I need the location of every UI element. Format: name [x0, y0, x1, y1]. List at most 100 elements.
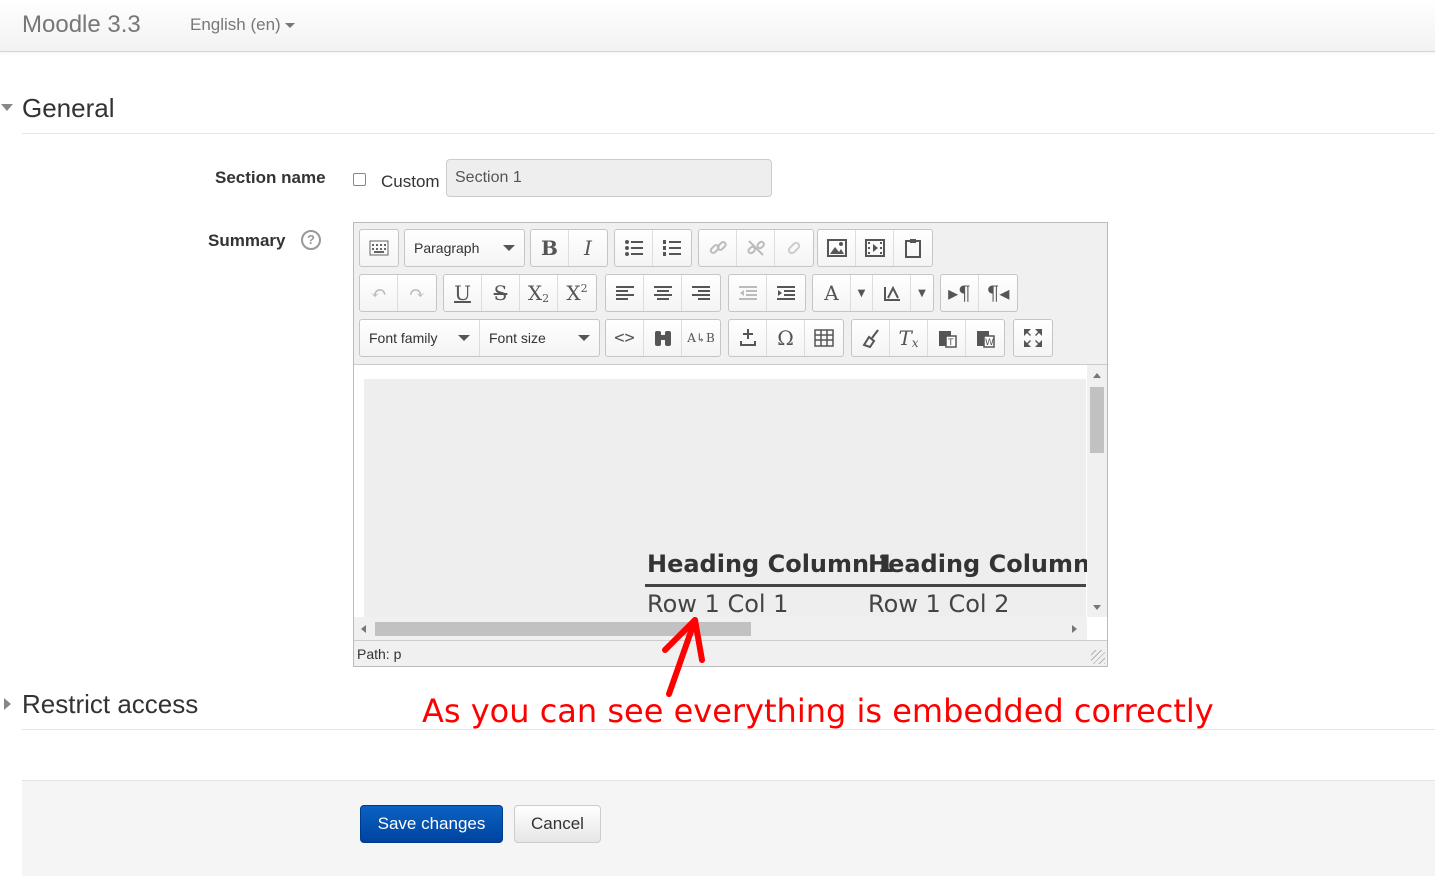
vertical-scrollbar[interactable]: [1087, 365, 1107, 617]
toolbar-group: Paragraph: [404, 229, 525, 267]
spellcheck-icon[interactable]: A↳B: [682, 320, 720, 356]
toolbar-group: [614, 229, 692, 267]
subscript-icon[interactable]: X2: [520, 275, 558, 311]
unlink-icon[interactable]: [737, 230, 775, 266]
cancel-button[interactable]: Cancel: [514, 805, 601, 843]
superscript-icon[interactable]: X2: [558, 275, 596, 311]
toolbar-group: <> A↳B: [605, 319, 721, 357]
vertical-scroll-thumb[interactable]: [1090, 387, 1104, 453]
paste-text-icon[interactable]: T: [928, 320, 966, 356]
scroll-right-icon[interactable]: [1072, 625, 1077, 633]
table-heading-col1: Heading Column 1: [647, 550, 895, 578]
outdent-icon[interactable]: [729, 275, 767, 311]
table-header-rule: [645, 584, 1086, 587]
link-icon[interactable]: [699, 230, 737, 266]
horizontal-scrollbar[interactable]: [354, 617, 1087, 640]
restrict-access-heading[interactable]: Restrict access: [22, 689, 198, 720]
chevron-down-icon: [503, 245, 515, 251]
toolbar-group: [605, 274, 721, 312]
resize-handle-icon[interactable]: [1091, 650, 1105, 664]
custom-label[interactable]: Custom: [381, 172, 440, 192]
font-family-label: Font family: [369, 330, 438, 346]
top-navbar: Moodle 3.3 English (en): [0, 0, 1435, 52]
anchor-link-icon[interactable]: [775, 230, 813, 266]
chevron-down-icon: [458, 335, 470, 341]
undo-icon[interactable]: ↶: [360, 275, 398, 311]
toolbar-group: ▸¶ ¶◂: [940, 274, 1018, 312]
underline-icon[interactable]: U: [444, 275, 482, 311]
scroll-up-icon[interactable]: [1093, 373, 1101, 378]
table-icon[interactable]: [805, 320, 843, 356]
annotation-arrow-icon: [662, 617, 705, 697]
language-label: English (en): [190, 15, 281, 34]
insert-image-icon[interactable]: [818, 230, 856, 266]
align-right-icon[interactable]: [682, 275, 720, 311]
chevron-down-icon[interactable]: ▼: [911, 275, 933, 311]
chevron-down-icon[interactable]: ▼: [851, 275, 873, 311]
clear-formatting-brush-icon[interactable]: [852, 320, 890, 356]
toolbar-group: [698, 229, 814, 267]
text-color-icon[interactable]: A: [813, 275, 851, 311]
chevron-down-icon: [284, 23, 295, 29]
font-size-label: Font size: [489, 330, 546, 346]
numbered-list-icon[interactable]: [653, 230, 691, 266]
element-path[interactable]: Path: p: [357, 646, 401, 662]
align-left-icon[interactable]: [606, 275, 644, 311]
html-editor: Paragraph B I ↶ ↷ U S X 2 X 2 A ▼ ▼ ▸¶ ¶…: [353, 222, 1108, 667]
insert-icon[interactable]: [729, 320, 767, 356]
insert-media-icon[interactable]: [856, 230, 894, 266]
font-size-select[interactable]: Font size: [480, 320, 599, 356]
site-brand[interactable]: Moodle 3.3: [22, 11, 141, 39]
toolbar-group: [1013, 319, 1053, 357]
rtl-direction-icon[interactable]: ¶◂: [979, 275, 1017, 311]
indent-icon[interactable]: [767, 275, 805, 311]
scroll-down-icon[interactable]: [1093, 605, 1101, 610]
svg-text:T: T: [947, 338, 954, 348]
form-actions: [22, 780, 1435, 876]
align-center-icon[interactable]: [644, 275, 682, 311]
toolbar-group: Tx T W: [851, 319, 1005, 357]
collapse-general-icon[interactable]: [1, 104, 13, 111]
background-color-icon[interactable]: [873, 275, 911, 311]
italic-icon[interactable]: I: [569, 230, 607, 266]
bold-icon[interactable]: B: [531, 230, 569, 266]
html-source-icon[interactable]: <>: [606, 320, 644, 356]
toolbar-group: [817, 229, 933, 267]
special-character-icon[interactable]: Ω: [767, 320, 805, 356]
summary-label: Summary: [208, 231, 286, 250]
toolbar-group: [359, 229, 399, 267]
expand-restrict-icon[interactable]: [4, 698, 11, 710]
toolbar-group: B I: [530, 229, 608, 267]
paragraph-select[interactable]: Paragraph: [405, 230, 524, 266]
bullet-list-icon[interactable]: [615, 230, 653, 266]
svg-text:W: W: [985, 338, 994, 348]
clear-formatting-icon[interactable]: Tx: [890, 320, 928, 356]
ltr-direction-icon[interactable]: ▸¶: [941, 275, 979, 311]
save-changes-button[interactable]: Save changes: [360, 805, 503, 843]
annotation-text: As you can see everything is embedded co…: [422, 692, 1214, 730]
section-name-input[interactable]: [446, 159, 772, 197]
scroll-left-icon[interactable]: [361, 625, 366, 633]
paste-word-icon[interactable]: W: [966, 320, 1004, 356]
paragraph-select-label: Paragraph: [414, 240, 480, 256]
toolbar-group: Font family Font size: [359, 319, 600, 357]
manage-files-icon[interactable]: [894, 230, 932, 266]
toolbar-group: [728, 274, 806, 312]
toolbar-group: U S X2 X2: [443, 274, 597, 312]
general-heading[interactable]: General: [22, 93, 115, 124]
toolbar-group: A ▼ ▼: [812, 274, 934, 312]
editor-document: Heading Column 1 Heading Column 2 Row 1 …: [364, 379, 1107, 639]
custom-checkbox[interactable]: [353, 173, 366, 186]
divider: [22, 133, 1435, 134]
editor-content-area[interactable]: Heading Column 1 Heading Column 2 Row 1 …: [354, 364, 1107, 640]
fullscreen-icon[interactable]: [1014, 320, 1052, 356]
language-menu[interactable]: English (en): [190, 15, 295, 35]
redo-icon[interactable]: ↷: [398, 275, 436, 311]
find-replace-icon[interactable]: [644, 320, 682, 356]
font-family-select[interactable]: Font family: [360, 320, 480, 356]
help-icon[interactable]: ?: [301, 230, 321, 250]
section-name-label: Section name: [215, 168, 326, 187]
toolbar-toggle-icon[interactable]: [360, 230, 398, 266]
strikethrough-icon[interactable]: S: [482, 275, 520, 311]
editor-statusbar: Path: p: [354, 640, 1107, 666]
